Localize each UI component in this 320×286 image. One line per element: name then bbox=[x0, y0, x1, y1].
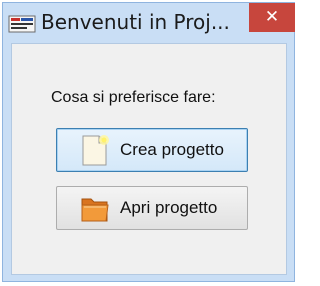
dialog-content: Cosa si preferisce fare: Crea progetto A… bbox=[11, 43, 287, 275]
title-bar[interactable]: Benvenuti in Proj... ✕ bbox=[3, 3, 295, 43]
new-document-icon bbox=[82, 135, 109, 166]
window-title: Benvenuti in Proj... bbox=[41, 10, 230, 34]
create-project-button[interactable]: Crea progetto bbox=[56, 128, 248, 172]
folder-icon bbox=[81, 198, 109, 222]
welcome-dialog-window: Benvenuti in Proj... ✕ Cosa si preferisc… bbox=[2, 2, 295, 282]
close-button[interactable]: ✕ bbox=[249, 3, 295, 32]
open-project-label: Apri progetto bbox=[120, 198, 218, 217]
open-project-button[interactable]: Apri progetto bbox=[56, 186, 248, 230]
app-icon bbox=[8, 15, 36, 33]
create-project-label: Crea progetto bbox=[120, 140, 224, 159]
close-icon: ✕ bbox=[264, 7, 280, 27]
prompt-label: Cosa si preferisce fare: bbox=[51, 89, 216, 106]
